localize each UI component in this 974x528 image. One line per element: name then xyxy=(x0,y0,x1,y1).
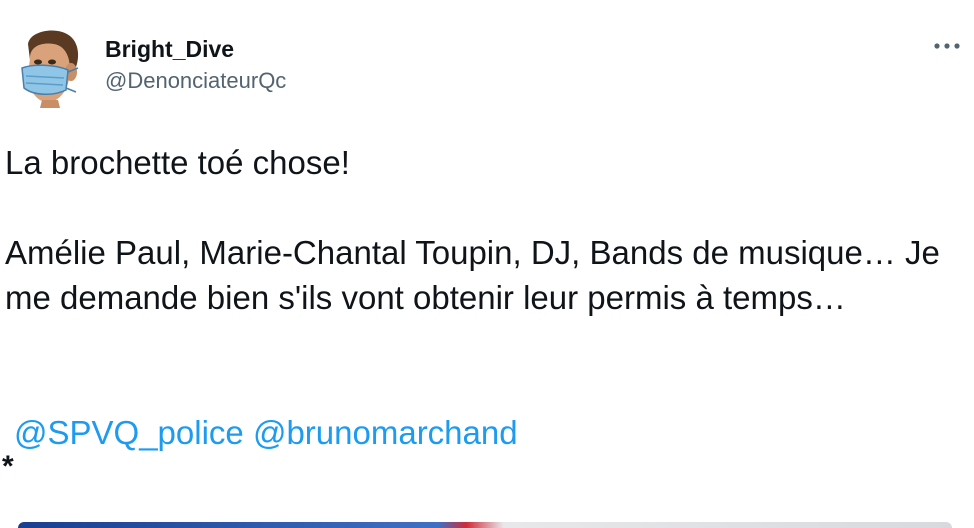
mention-spvq-police[interactable]: @SPVQ_police xyxy=(14,414,244,451)
author-info[interactable]: Bright_Dive @DenonciateurQc xyxy=(105,34,286,96)
media-preview[interactable] xyxy=(18,522,952,528)
tweet-spacer xyxy=(5,185,960,230)
asterisk-text: * xyxy=(2,450,14,483)
author-handle[interactable]: @DenonciateurQc xyxy=(105,66,286,96)
author-display-name[interactable]: Bright_Dive xyxy=(105,34,286,64)
avatar[interactable] xyxy=(8,24,88,108)
tweet-text: La brochette toé chose! Amélie Paul, Mar… xyxy=(5,140,960,320)
tweet-text-line-1: La brochette toé chose! xyxy=(5,144,350,181)
tweet-card: Bright_Dive @DenonciateurQc La brochette… xyxy=(0,0,974,528)
tweet-text-line-2: Amélie Paul, Marie-Chantal Toupin, DJ, B… xyxy=(5,234,940,316)
masked-face-avatar-icon xyxy=(21,30,79,108)
more-options-button[interactable] xyxy=(932,36,962,56)
mentions: @SPVQ_police @bruno​marchand xyxy=(14,410,518,455)
more-horizontal-icon xyxy=(934,43,960,49)
mention-brunomarchand[interactable]: @bruno​marchand xyxy=(253,414,518,451)
